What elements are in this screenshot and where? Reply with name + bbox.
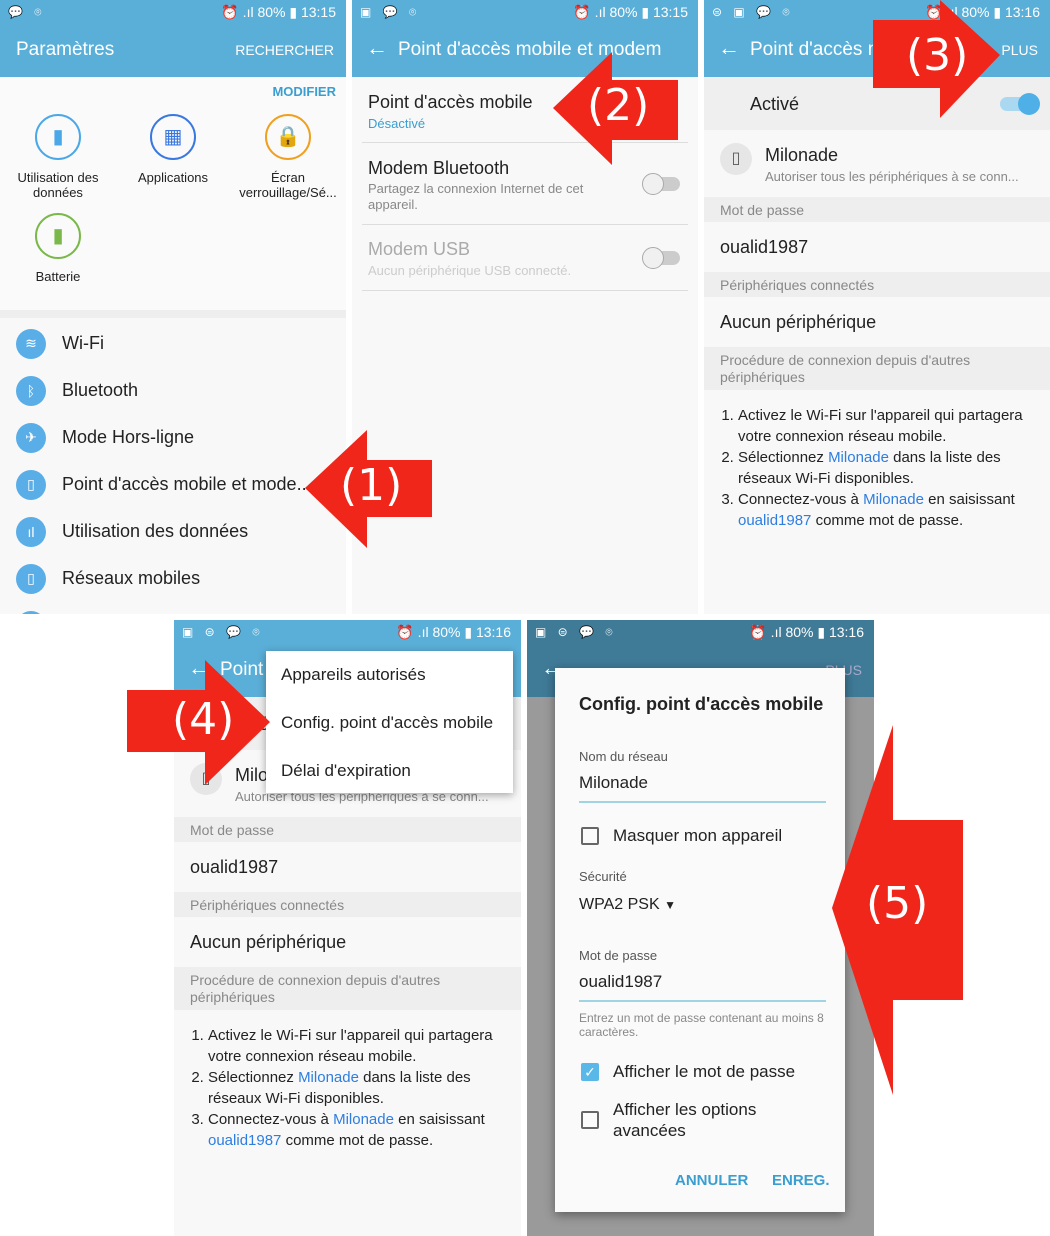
arrow-label-3: (3) [906,30,969,81]
arrow-label-5: (5) [866,878,929,929]
arrow-label-1: (1) [340,460,403,511]
arrow-label-2: (2) [587,80,650,131]
annotation-arrows [127,0,1000,1095]
arrow-label-4: (4) [172,694,235,745]
